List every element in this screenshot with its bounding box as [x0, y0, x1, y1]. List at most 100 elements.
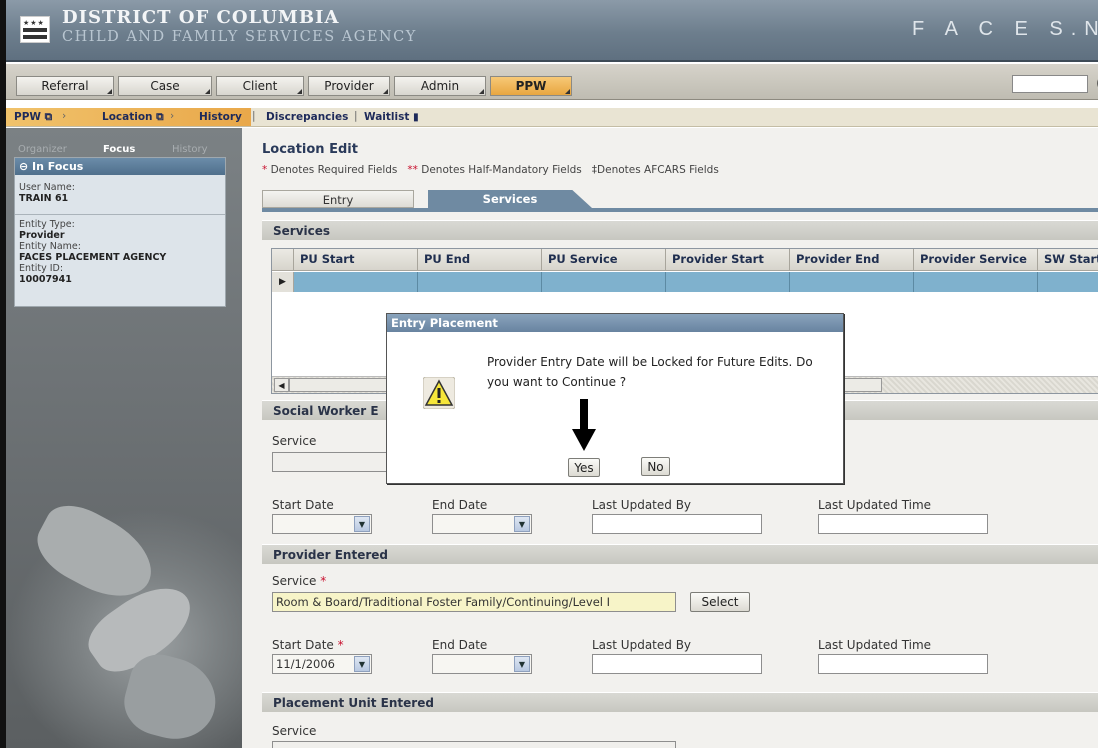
- dc-flag-logo: ★★★: [20, 16, 50, 43]
- chevron-down-icon: ▼: [514, 656, 530, 672]
- pe-start-date-label: Start Date *: [272, 638, 344, 652]
- yes-button[interactable]: Yes: [568, 458, 600, 477]
- entity-type-value: Provider: [19, 230, 65, 241]
- menu-label: Admin: [420, 79, 460, 93]
- menu-label: Provider: [324, 79, 374, 93]
- grid-header-sw-start[interactable]: SW Start: [1038, 249, 1098, 271]
- down-arrow-icon: [572, 399, 596, 454]
- breadcrumb: PPW ⧉ › Location ⧉ › History | Discrepan…: [6, 108, 1098, 127]
- breadcrumb-discrepancies[interactable]: Discrepancies: [266, 111, 348, 123]
- search-input[interactable]: [1012, 75, 1088, 93]
- tab-focus[interactable]: Focus: [103, 144, 135, 157]
- app-header: ★★★ DISTRICT OF COLUMBIA CHILD AND FAMIL…: [6, 0, 1098, 62]
- sw-start-date-label: Start Date: [272, 498, 334, 512]
- pe-start-label-text: Start Date: [272, 638, 334, 652]
- breadcrumb-label: PPW: [14, 111, 41, 123]
- header-title: DISTRICT OF COLUMBIA: [62, 7, 340, 28]
- user-name-label: User Name:: [19, 182, 75, 193]
- in-focus-panel: ⊖ In Focus User Name: TRAIN 61 Entity Ty…: [14, 157, 226, 307]
- app-window: ★★★ DISTRICT OF COLUMBIA CHILD AND FAMIL…: [0, 0, 1098, 748]
- entity-type-label: Entity Type:: [19, 219, 75, 230]
- menu-label: Case: [150, 79, 180, 93]
- dialog-title: Entry Placement: [387, 314, 843, 332]
- provider-entered-section-header: Provider Entered: [262, 544, 1098, 564]
- sw-updated-time-field[interactable]: [818, 514, 988, 534]
- pe-start-date-value: 11/1/2006: [276, 657, 335, 671]
- grid-header-provider-service[interactable]: Provider Service: [914, 249, 1038, 271]
- breadcrumb-ppw[interactable]: PPW ⧉: [14, 111, 52, 124]
- sw-end-date-label: End Date: [432, 498, 488, 512]
- grid-header-pu-end[interactable]: PU End: [418, 249, 542, 271]
- no-button[interactable]: No: [641, 457, 670, 476]
- grid-header-pu-start[interactable]: PU Start: [294, 249, 418, 271]
- tab-services[interactable]: Services: [428, 190, 592, 208]
- grid-header-provider-start[interactable]: Provider Start: [666, 249, 790, 271]
- pe-updated-time-label: Last Updated Time: [818, 638, 932, 652]
- menu-case[interactable]: Case: [118, 76, 212, 96]
- required-mark: *: [320, 574, 327, 588]
- pe-updated-by-field[interactable]: [592, 654, 762, 674]
- pe-start-date-select[interactable]: 11/1/2006 ▼: [272, 654, 372, 674]
- scroll-left-icon[interactable]: ◀: [274, 378, 289, 392]
- pu-service-label: Service: [272, 724, 317, 738]
- entity-name-value: FACES PLACEMENT AGENCY: [19, 252, 167, 263]
- menu-provider[interactable]: Provider: [308, 76, 390, 96]
- pu-service-field[interactable]: [272, 741, 676, 748]
- form-tabs: Entry Services: [262, 188, 1098, 208]
- breadcrumb-waitlist[interactable]: Waitlist ▮: [364, 111, 419, 123]
- sw-updated-by-label: Last Updated By: [592, 498, 692, 512]
- user-name-value: TRAIN 61: [19, 193, 69, 204]
- pe-updated-by-label: Last Updated By: [592, 638, 692, 652]
- warning-icon: [422, 376, 456, 412]
- half-mark: **: [407, 164, 418, 176]
- grid-cell[interactable]: [294, 272, 418, 292]
- legend-afcars: Denotes AFCARS Fields: [597, 164, 719, 176]
- field-legend: * Denotes Required Fields ** Denotes Hal…: [262, 164, 719, 176]
- header-subtitle: CHILD AND FAMILY SERVICES AGENCY: [62, 29, 417, 45]
- pe-end-date-select[interactable]: ▼: [432, 654, 532, 674]
- breadcrumb-label: Location: [102, 111, 153, 123]
- required-mark: *: [337, 638, 344, 652]
- pe-service-label-text: Service: [272, 574, 317, 588]
- grid-cell[interactable]: [418, 272, 542, 292]
- row-selector-icon[interactable]: ▶: [272, 272, 294, 292]
- pe-end-date-label: End Date: [432, 638, 488, 652]
- breadcrumb-location[interactable]: Location ⧉: [102, 111, 164, 124]
- sw-end-date-select[interactable]: ▼: [432, 514, 532, 534]
- pe-service-field[interactable]: Room & Board/Traditional Foster Family/C…: [272, 592, 676, 612]
- tab-history[interactable]: History: [172, 144, 208, 157]
- entry-placement-dialog: Entry Placement Provider Entry Date will…: [386, 313, 844, 484]
- menu-admin[interactable]: Admin: [394, 76, 486, 96]
- in-focus-header[interactable]: ⊖ In Focus: [15, 158, 225, 175]
- tab-entry[interactable]: Entry: [262, 190, 414, 208]
- sw-start-date-select[interactable]: ▼: [272, 514, 372, 534]
- chevron-down-icon: ▼: [354, 516, 370, 532]
- in-focus-title: In Focus: [32, 160, 84, 173]
- menu-label: Referral: [41, 79, 89, 93]
- tab-organizer[interactable]: Organizer: [18, 144, 67, 157]
- legend-required: Denotes Required Fields: [270, 164, 398, 176]
- dialog-message: Provider Entry Date will be Locked for F…: [487, 355, 813, 389]
- grid-cell[interactable]: [542, 272, 666, 292]
- menu-client[interactable]: Client: [216, 76, 304, 96]
- grid-header-provider-end[interactable]: Provider End: [790, 249, 914, 271]
- sw-updated-by-field[interactable]: [592, 514, 762, 534]
- breadcrumb-history[interactable]: History: [199, 111, 242, 123]
- grid-corner: [272, 249, 294, 271]
- sidebar: Organizer Focus History ⊖ In Focus User …: [6, 128, 242, 748]
- grid-cell[interactable]: [790, 272, 914, 292]
- menu-ppw[interactable]: PPW: [490, 76, 572, 96]
- main-menu: Referral Case Client Provider Admin PPW: [6, 64, 1098, 100]
- grid-header-pu-service[interactable]: PU Service: [542, 249, 666, 271]
- entity-id-label: Entity ID:: [19, 263, 64, 274]
- chevron-down-icon: ▼: [514, 516, 530, 532]
- grid-cell[interactable]: [666, 272, 790, 292]
- page-title: Location Edit: [262, 142, 358, 157]
- menu-referral[interactable]: Referral: [16, 76, 114, 96]
- app-name: F A C E S.N E: [912, 18, 1098, 40]
- pe-select-button[interactable]: Select: [690, 592, 750, 612]
- grid-cell[interactable]: [1038, 272, 1098, 292]
- pe-updated-time-field[interactable]: [818, 654, 988, 674]
- sw-service-label: Service: [272, 434, 317, 448]
- grid-cell[interactable]: [914, 272, 1038, 292]
